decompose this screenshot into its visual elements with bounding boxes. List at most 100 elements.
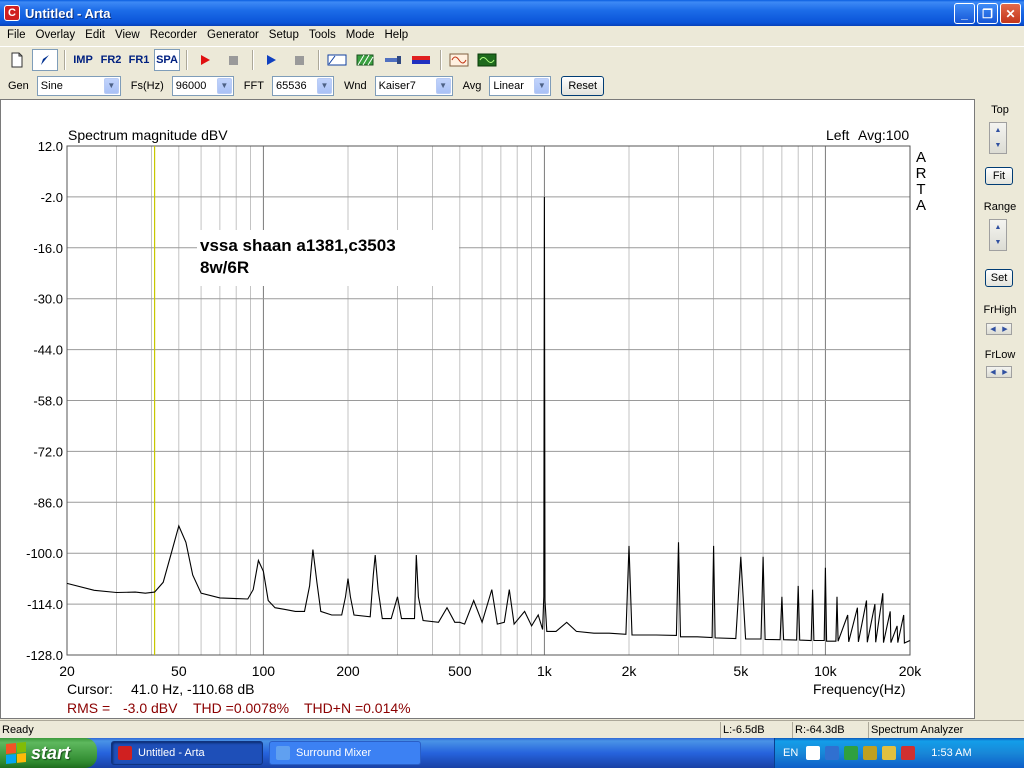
x-tick-label: 2k	[622, 663, 638, 679]
record-button[interactable]	[192, 49, 218, 71]
chevron-down-icon[interactable]: ▼	[435, 77, 451, 94]
y-tick-label: -114.0	[27, 597, 63, 612]
spectrum-mode-button[interactable]: SPA	[154, 48, 180, 71]
chevron-down-icon[interactable]: ▼	[316, 77, 332, 94]
avg-label: Avg	[462, 79, 482, 92]
fill-pattern-button[interactable]	[352, 49, 378, 71]
fit-button[interactable]: Fit	[985, 167, 1013, 185]
close-button[interactable]: ✕	[1000, 3, 1021, 24]
hatch-pattern-icon	[356, 54, 374, 65]
chevron-down-icon[interactable]: ▼	[103, 77, 119, 94]
set-button[interactable]: Set	[985, 269, 1013, 287]
range-label: Range	[983, 201, 1017, 213]
x-tick-label: 20k	[899, 663, 923, 679]
volume-icon[interactable]	[844, 746, 859, 760]
title-bar[interactable]: C Untitled - Arta _ ❐ ✕	[0, 0, 1024, 26]
generator-stop-button[interactable]	[286, 49, 312, 71]
menu-generator[interactable]: Generator	[202, 26, 264, 45]
power-icon[interactable]	[882, 746, 897, 760]
chevron-left-icon[interactable]: ◀	[987, 367, 999, 377]
arta-watermark: ARTA	[916, 149, 927, 214]
color-bar-button[interactable]	[408, 49, 434, 71]
pointer-tool-button[interactable]	[32, 48, 58, 71]
reset-button[interactable]: Reset	[561, 75, 605, 96]
arta-app-icon	[118, 746, 132, 760]
right-level: R:-64.3dB	[792, 721, 868, 738]
signal-view-button[interactable]	[446, 49, 472, 71]
side-panel	[976, 99, 1024, 719]
x-tick-label: 10k	[814, 663, 838, 679]
menu-mode[interactable]: Mode	[341, 26, 380, 45]
menu-setup[interactable]: Setup	[264, 26, 304, 45]
color-bar-icon	[412, 55, 430, 64]
battery-icon[interactable]	[863, 746, 878, 760]
chevron-left-icon[interactable]: ◀	[987, 324, 999, 334]
y-tick-label: -58.0	[33, 394, 63, 409]
spectrum-chart[interactable]: 12.0 -2.0 -16.0 -30.0 -44.0 -58.0 -72.0 -86.0 -1…	[1, 100, 974, 718]
sample-rate-select[interactable]: 96000 ▼	[171, 75, 234, 96]
overlay-button[interactable]	[324, 49, 350, 71]
chevron-right-icon[interactable]: ▶	[999, 324, 1011, 334]
impulse-mode-button[interactable]: IMP	[70, 49, 96, 71]
scope-view-button[interactable]	[474, 49, 500, 71]
chevron-up-icon[interactable]: ▲	[990, 220, 1006, 235]
start-button[interactable]: start	[0, 738, 97, 768]
restore-button[interactable]: ❐	[977, 3, 998, 24]
chevron-right-icon[interactable]: ▶	[999, 367, 1011, 377]
taskbar-item-surround-mixer[interactable]: Surround Mixer	[269, 741, 421, 765]
fr1-mode-button[interactable]: FR1	[126, 49, 152, 71]
menu-file[interactable]: File	[2, 26, 31, 45]
chevron-down-icon[interactable]: ▼	[990, 235, 1006, 250]
chevron-up-icon[interactable]: ▲	[990, 123, 1006, 138]
menu-edit[interactable]: Edit	[80, 26, 110, 45]
averaging-select[interactable]: Linear ▼	[489, 75, 552, 96]
y-tick-label: 12.0	[38, 139, 63, 154]
menu-recorder[interactable]: Recorder	[145, 26, 202, 45]
generator-play-button[interactable]	[258, 49, 284, 71]
status-ready: Ready	[2, 723, 34, 736]
fft-size-select[interactable]: 65536 ▼	[271, 75, 334, 96]
menu-overlay[interactable]: Overlay	[31, 26, 81, 45]
x-tick-label: 20	[59, 663, 75, 679]
x-tick-label: 100	[252, 663, 276, 679]
stop-icon	[229, 55, 238, 65]
overlay-abc-icon	[327, 54, 347, 65]
network-icon[interactable]	[825, 746, 840, 760]
average-count: Avg:100	[858, 127, 909, 143]
menu-help[interactable]: Help	[380, 26, 414, 45]
frhigh-spinner[interactable]: ◀ ▶	[986, 323, 1012, 335]
toolbar: IMP FR2 FR1 SPA	[0, 46, 1024, 72]
language-indicator[interactable]: EN	[783, 747, 798, 759]
watermark-letter: A	[916, 149, 926, 166]
window-select[interactable]: Kaiser7 ▼	[374, 75, 453, 96]
probe-button[interactable]	[380, 49, 406, 71]
arta-app-icon[interactable]: C	[4, 5, 20, 21]
security-shield-icon[interactable]	[901, 746, 916, 760]
y-tick-label: -128.0	[26, 648, 63, 663]
chevron-down-icon[interactable]: ▼	[534, 77, 550, 94]
menu-view[interactable]: View	[110, 26, 145, 45]
new-file-icon	[11, 52, 23, 67]
fr2-mode-button[interactable]: FR2	[98, 49, 124, 71]
frlow-spinner[interactable]: ◀ ▶	[986, 366, 1012, 378]
x-tick-label: 5k	[733, 663, 749, 679]
range-spinner[interactable]: ▲ ▼	[989, 219, 1007, 251]
minimize-button[interactable]: _	[954, 3, 975, 24]
plot-title: Spectrum magnitude dBV	[68, 127, 228, 143]
top-spinner[interactable]: ▲ ▼	[989, 122, 1007, 154]
frhigh-label: FrHigh	[983, 304, 1017, 316]
rms-label: RMS =	[67, 700, 110, 716]
taskbar-item-arta[interactable]: Untitled - Arta	[111, 741, 263, 765]
menu-tools[interactable]: Tools	[304, 26, 341, 45]
generator-select[interactable]: Sine ▼	[36, 75, 121, 96]
new-file-button[interactable]	[4, 49, 30, 71]
system-tray: EN 1:53 AM	[774, 738, 1024, 768]
top-label: Top	[991, 104, 1009, 116]
record-stop-button[interactable]	[220, 49, 246, 71]
x-tick-label: 50	[171, 663, 187, 679]
chevron-down-icon[interactable]: ▼	[990, 138, 1006, 153]
spectrum-plot[interactable]: 12.0 -2.0 -16.0 -30.0 -44.0 -58.0 -72.0 -86.0 -1…	[0, 99, 975, 719]
help-icon[interactable]	[806, 746, 821, 760]
x-tick-label: 500	[448, 663, 472, 679]
chevron-down-icon[interactable]: ▼	[216, 77, 232, 94]
